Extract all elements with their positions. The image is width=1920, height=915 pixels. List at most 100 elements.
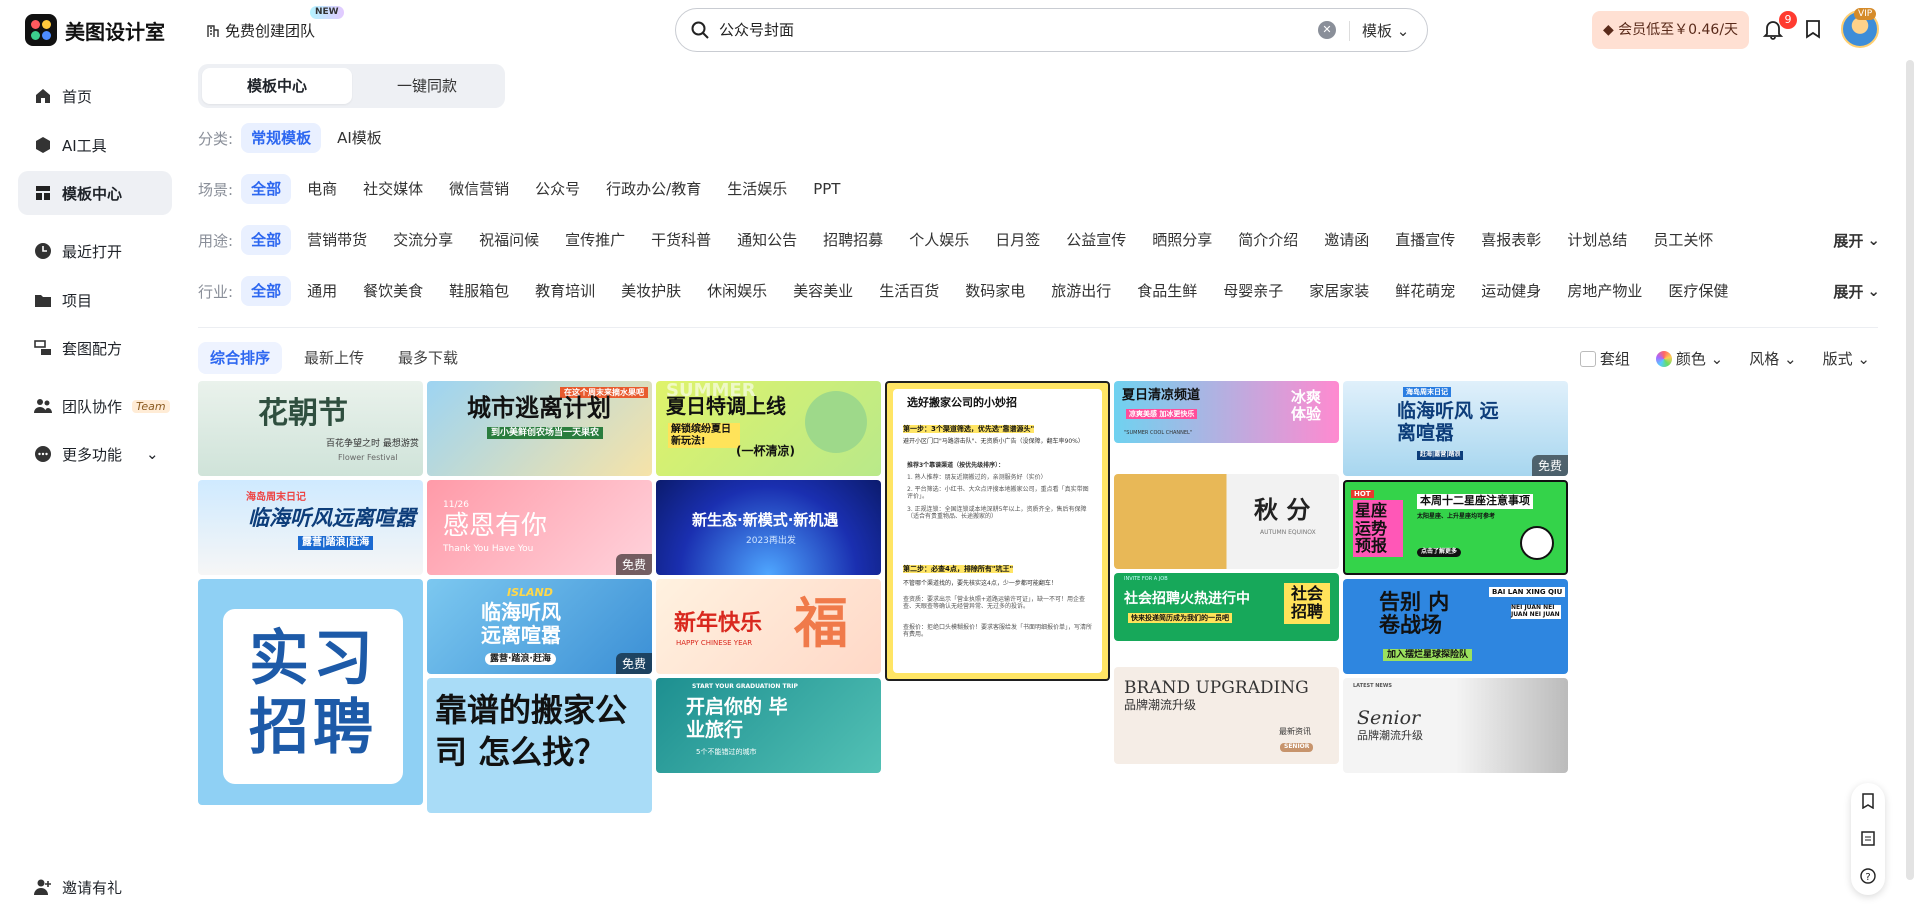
filter-chip[interactable]: 简介介绍 xyxy=(1228,225,1308,255)
template-card[interactable]: BRAND UPGRADING 品牌潮流升级 最新资讯 SENIOR xyxy=(1114,667,1339,764)
sidebar-item-ai-tools[interactable]: AI工具 xyxy=(18,123,172,167)
template-card[interactable]: 秋 分 AUTUMN EQUINOX xyxy=(1114,474,1339,569)
clipboard-icon[interactable] xyxy=(1861,830,1875,846)
app-logo[interactable]: 美图设计室 xyxy=(25,14,165,46)
template-card[interactable]: 海岛周末日记 临海听风 远离喧嚣 赶海|露营|踏浪 免费 xyxy=(1343,381,1568,476)
create-team-button[interactable]: 免费创建团队 xyxy=(206,20,315,41)
filter-chip[interactable]: 全部 xyxy=(241,276,292,306)
template-card[interactable]: BAI LAN XING QIU 告别 内卷战场 加入摆烂星球探险队 NEI J… xyxy=(1343,579,1568,674)
tab-template-center[interactable]: 模板中心 xyxy=(202,68,352,104)
filter-chip[interactable]: 电商 xyxy=(297,174,347,204)
expand-industry-button[interactable]: 展开 ⌄ xyxy=(1833,281,1880,302)
sidebar-item-team[interactable]: 团队协作 Team xyxy=(18,384,172,428)
scrollbar[interactable] xyxy=(1906,60,1914,880)
filter-chip[interactable]: 医疗保健 xyxy=(1658,276,1738,306)
template-card[interactable]: 在这个周末来摘水果吧 城市逃离计划 到小美鲜创农场当一天果农 xyxy=(427,381,652,476)
template-card[interactable]: SUMMER 夏日特调上线 解锁缤纷夏日 新玩法! (一杯清凉) xyxy=(656,381,881,476)
filter-chip[interactable]: 祝福问候 xyxy=(469,225,549,255)
style-filter[interactable]: 风格 ⌄ xyxy=(1749,348,1796,369)
template-card[interactable]: HOT 星座 运势 预报 本周十二星座注意事项 太阳星座、上升星座均可参考 点击… xyxy=(1343,480,1568,575)
filter-chip[interactable]: 通用 xyxy=(297,276,347,306)
filter-chip[interactable]: 营销带货 xyxy=(297,225,377,255)
tab-one-click-same[interactable]: 一键同款 xyxy=(352,68,502,104)
filter-chip[interactable]: 宣传推广 xyxy=(555,225,635,255)
template-card[interactable]: 花朝节 百花争望之时 最想游赏 Flower Festival xyxy=(198,381,423,476)
vip-membership-button[interactable]: ◆ 会员低至￥0.46/天 xyxy=(1592,11,1749,49)
sort-newest[interactable]: 最新上传 xyxy=(292,342,376,374)
filter-chip[interactable]: 行政办公/教育 xyxy=(596,174,711,204)
template-card[interactable]: LATEST NEWS Senior 品牌潮流升级 xyxy=(1343,678,1568,773)
filter-chip[interactable]: 休闲娱乐 xyxy=(697,276,777,306)
filter-chip[interactable]: 晒照分享 xyxy=(1142,225,1222,255)
invite-button[interactable]: 邀请有礼 xyxy=(18,865,172,909)
sidebar-item-projects[interactable]: 项目 xyxy=(18,278,172,322)
template-card[interactable]: 靠谱的搬家公司 怎么找？ xyxy=(427,678,652,813)
filter-chip[interactable]: 喜报表彰 xyxy=(1471,225,1551,255)
filter-chip[interactable]: 日月签 xyxy=(985,225,1050,255)
bookmark-icon[interactable] xyxy=(1804,19,1822,39)
sidebar-item-home[interactable]: 首页 xyxy=(18,74,172,118)
card-title: 选好搬家公司的小妙招 xyxy=(907,396,1017,409)
filter-chip[interactable]: 招聘招募 xyxy=(813,225,893,255)
template-card[interactable]: 海岛周末日记 临海听风远离喧嚣 露营|踏浪|赶海 xyxy=(198,480,423,575)
filter-chip[interactable]: 数码家电 xyxy=(955,276,1035,306)
filter-chip[interactable]: AI模板 xyxy=(327,123,392,153)
filter-chip[interactable]: 全部 xyxy=(241,174,292,204)
filter-chip[interactable]: 交流分享 xyxy=(383,225,463,255)
group-checkbox[interactable]: 套组 xyxy=(1579,348,1630,369)
sort-comprehensive[interactable]: 综合排序 xyxy=(198,342,283,374)
sort-most-downloaded[interactable]: 最多下载 xyxy=(386,342,470,374)
filter-chip[interactable]: PPT xyxy=(803,174,850,204)
filter-chip[interactable]: 美容美业 xyxy=(783,276,863,306)
filter-chip[interactable]: 个人娱乐 xyxy=(899,225,979,255)
filter-chip[interactable]: 常规模板 xyxy=(241,123,322,153)
sidebar-item-recent[interactable]: 最近打开 xyxy=(18,229,172,273)
filter-chip[interactable]: 房地产物业 xyxy=(1557,276,1652,306)
clear-search-icon[interactable]: ✕ xyxy=(1318,21,1336,39)
filter-chip[interactable]: 食品生鲜 xyxy=(1127,276,1207,306)
filter-chip[interactable]: 直播宣传 xyxy=(1385,225,1465,255)
template-card[interactable]: INVITE FOR A JOB 社会招聘火热进行中 快来投递简历成为我们的一员… xyxy=(1114,573,1339,641)
filter-chip[interactable]: 美妆护肤 xyxy=(611,276,691,306)
filter-chip[interactable]: 母婴亲子 xyxy=(1213,276,1293,306)
filter-chip[interactable]: 通知公告 xyxy=(727,225,807,255)
sidebar-item-templates[interactable]: 模板中心 xyxy=(18,171,172,215)
filter-chip[interactable]: 社交媒体 xyxy=(353,174,433,204)
template-card[interactable]: 实习 招聘 xyxy=(198,579,423,805)
filter-chip[interactable]: 教育培训 xyxy=(525,276,605,306)
template-card[interactable]: ISLAND 临海听风 远离喧嚣 露营·踏浪·赶海 免费 xyxy=(427,579,652,674)
filter-chip[interactable]: 旅游出行 xyxy=(1041,276,1121,306)
filter-chip[interactable]: 公众号 xyxy=(525,174,590,204)
template-card[interactable]: 11/26 感恩有你 Thank You Have You 免费 xyxy=(427,480,652,575)
building-icon xyxy=(207,24,219,37)
sidebar-item-recipes[interactable]: 套图配方 xyxy=(18,326,172,370)
filter-chip[interactable]: 计划总结 xyxy=(1557,225,1637,255)
filter-chip[interactable]: 鲜花萌宠 xyxy=(1385,276,1465,306)
filter-chip[interactable]: 邀请函 xyxy=(1314,225,1379,255)
template-card[interactable]: START YOUR GRADUATION TRIP 开启你的 毕业旅行 5个不… xyxy=(656,678,881,773)
filter-chip[interactable]: 员工关怀 xyxy=(1643,225,1723,255)
template-card[interactable]: 新年快乐 HAPPY CHINESE YEAR 福 xyxy=(656,579,881,674)
chevron-down-icon: ⌄ xyxy=(1710,349,1724,368)
filter-chip[interactable]: 生活娱乐 xyxy=(717,174,797,204)
filter-chip[interactable]: 生活百货 xyxy=(869,276,949,306)
filter-chip[interactable]: 运动健身 xyxy=(1471,276,1551,306)
save-icon[interactable] xyxy=(1861,793,1875,809)
template-card[interactable]: 夏日清凉频道 凉爽美感 加冰更快乐 "SUMMER COOL CHANNEL" … xyxy=(1114,381,1339,443)
search-type-select[interactable]: 模板 ⌄ xyxy=(1362,20,1409,41)
filter-chip[interactable]: 公益宣传 xyxy=(1056,225,1136,255)
color-filter[interactable]: 颜色 ⌄ xyxy=(1655,348,1724,369)
template-card[interactable]: 新生态·新模式·新机遇 2023再出发 xyxy=(656,480,881,575)
sidebar-item-more[interactable]: 更多功能 ⌄ xyxy=(18,432,172,476)
template-card[interactable]: 选好搬家公司的小妙招 第一步：3个渠道筛选，优先选"靠谱源头" 避开小区门口"马… xyxy=(885,381,1110,681)
help-icon[interactable]: ? xyxy=(1860,868,1876,884)
filter-chip[interactable]: 鞋服箱包 xyxy=(439,276,519,306)
search-input[interactable] xyxy=(719,20,1279,38)
filter-chip[interactable]: 家居家装 xyxy=(1299,276,1379,306)
expand-usage-button[interactable]: 展开 ⌄ xyxy=(1833,230,1880,251)
filter-chip[interactable]: 餐饮美食 xyxy=(353,276,433,306)
filter-chip[interactable]: 干货科普 xyxy=(641,225,721,255)
layout-filter[interactable]: 版式 ⌄ xyxy=(1823,348,1870,369)
filter-chip[interactable]: 全部 xyxy=(241,225,292,255)
filter-chip[interactable]: 微信营销 xyxy=(439,174,519,204)
